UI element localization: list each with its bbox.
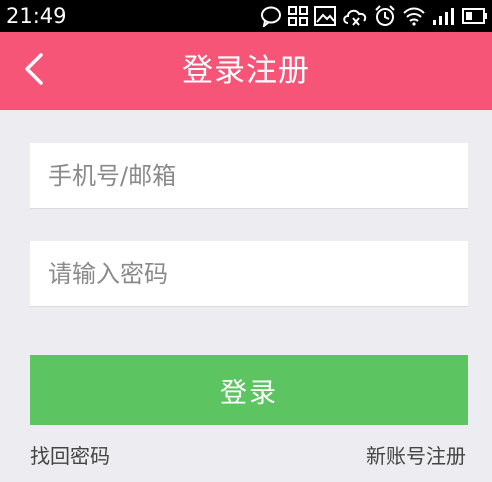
battery-icon [462,7,488,25]
forgot-password-link[interactable]: 找回密码 [30,443,110,469]
image-icon [314,6,336,26]
chat-bubble-icon [260,5,282,27]
back-button[interactable] [10,47,58,95]
wifi-icon [402,6,426,26]
status-bar: 21:49 [0,0,492,32]
chevron-left-icon [22,52,46,90]
page-title: 登录注册 [182,53,310,89]
status-time: 21:49 [6,4,67,28]
password-field [30,241,468,307]
login-button[interactable]: 登录 [30,355,468,425]
register-link[interactable]: 新账号注册 [366,443,466,469]
phone-email-field [30,143,468,209]
alarm-icon [374,5,396,27]
status-icons [260,3,488,29]
cloud-sync-icon [342,5,368,27]
phone-email-input[interactable] [30,143,468,208]
grid-icon [288,6,308,26]
password-input[interactable] [30,241,468,306]
app-bar: 登录注册 [0,32,492,110]
signal-icon [432,7,456,25]
